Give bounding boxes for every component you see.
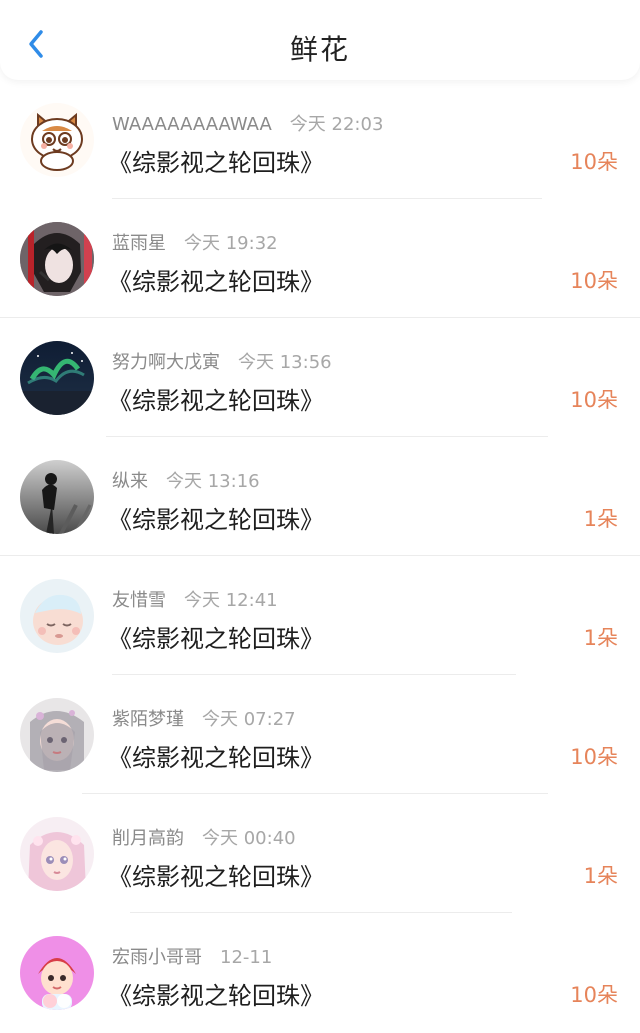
username: 友惜雪	[112, 590, 166, 611]
timestamp: 12-11	[220, 947, 273, 968]
user-avatar[interactable]	[20, 222, 94, 296]
record-meta: 宏雨小哥哥 12-11	[112, 943, 272, 969]
record-meta: WAAAAAAAAWAA 今天 22:03	[112, 110, 383, 136]
timestamp: 今天 12:41	[184, 590, 278, 611]
book-title[interactable]: 《综影视之轮回珠》	[108, 500, 324, 535]
flower-record-list: WAAAAAAAAWAA 今天 22:03 《综影视之轮回珠》 10朵 蓝雨星 …	[0, 80, 640, 1032]
username: 宏雨小哥哥	[112, 947, 202, 968]
sleeping-face-avatar-icon	[20, 579, 94, 653]
timestamp: 今天 19:32	[184, 233, 278, 254]
username: 纵来	[112, 471, 148, 492]
book-title[interactable]: 《综影视之轮回珠》	[108, 619, 324, 654]
username: 紫陌梦瑾	[112, 709, 184, 730]
flower-count: 10朵	[570, 388, 618, 412]
flowers-page: 鲜花 WAAAAAAAAWAA 今天 22:03 《综影视之轮回珠》 10朵 蓝…	[0, 0, 640, 1033]
anime-boy-avatar-icon	[20, 222, 94, 296]
timestamp: 今天 13:16	[166, 471, 260, 492]
record-meta: 努力啊大戊寅 今天 13:56	[112, 348, 332, 374]
list-item[interactable]: WAAAAAAAAWAA 今天 22:03 《综影视之轮回珠》 10朵	[0, 80, 640, 199]
book-title[interactable]: 《综影视之轮回珠》	[108, 381, 324, 416]
user-avatar[interactable]	[20, 579, 94, 653]
aurora-avatar-icon	[20, 341, 94, 415]
flower-count: 10朵	[570, 150, 618, 174]
page-title: 鲜花	[289, 33, 350, 66]
top-navigation-bar: 鲜花	[0, 0, 640, 80]
list-item[interactable]: 蓝雨星 今天 19:32 《综影视之轮回珠》 10朵	[0, 199, 640, 318]
book-title[interactable]: 《综影视之轮回珠》	[108, 976, 324, 1011]
list-item[interactable]: 努力啊大戊寅 今天 13:56 《综影视之轮回珠》 10朵	[0, 318, 640, 437]
record-meta: 纵来 今天 13:16	[112, 467, 260, 493]
cartoon-boy-avatar-icon	[20, 936, 94, 1010]
user-avatar[interactable]	[20, 817, 94, 891]
book-title[interactable]: 《综影视之轮回珠》	[108, 857, 324, 892]
book-title[interactable]: 《综影视之轮回珠》	[108, 143, 324, 178]
record-meta: 紫陌梦瑾 今天 07:27	[112, 705, 296, 731]
user-avatar[interactable]	[20, 460, 94, 534]
timestamp: 今天 07:27	[202, 709, 296, 730]
anime-girl-avatar-icon	[20, 698, 94, 772]
record-meta: 削月高韵 今天 00:40	[112, 824, 296, 850]
user-avatar[interactable]	[20, 341, 94, 415]
record-meta: 友惜雪 今天 12:41	[112, 586, 278, 612]
flower-count: 1朵	[583, 507, 618, 531]
timestamp: 今天 22:03	[289, 114, 384, 135]
record-meta: 蓝雨星 今天 19:32	[112, 229, 278, 255]
flower-count: 1朵	[583, 864, 618, 888]
list-item[interactable]: 宏雨小哥哥 12-11 《综影视之轮回珠》 10朵	[0, 913, 640, 1032]
timestamp: 今天 13:56	[238, 352, 332, 373]
username: WAAAAAAAAWAA	[112, 114, 272, 135]
username: 蓝雨星	[112, 233, 166, 254]
username: 努力啊大戊寅	[112, 352, 220, 373]
flower-count: 10朵	[570, 269, 618, 293]
user-avatar[interactable]	[20, 698, 94, 772]
list-item[interactable]: 纵来 今天 13:16 《综影视之轮回珠》 1朵	[0, 437, 640, 556]
username: 削月高韵	[112, 828, 184, 849]
timestamp: 今天 00:40	[202, 828, 296, 849]
book-title[interactable]: 《综影视之轮回珠》	[108, 262, 324, 297]
user-avatar[interactable]	[20, 936, 94, 1010]
flower-count: 10朵	[570, 983, 618, 1007]
silhouette-avatar-icon	[20, 460, 94, 534]
list-item[interactable]: 紫陌梦瑾 今天 07:27 《综影视之轮回珠》 10朵	[0, 675, 640, 794]
user-avatar[interactable]	[20, 103, 94, 177]
book-title[interactable]: 《综影视之轮回珠》	[108, 738, 324, 773]
list-item[interactable]: 友惜雪 今天 12:41 《综影视之轮回珠》 1朵	[0, 556, 640, 675]
list-item[interactable]: 削月高韵 今天 00:40 《综影视之轮回珠》 1朵	[0, 794, 640, 913]
flower-count: 1朵	[583, 626, 618, 650]
pink-anime-girl-avatar-icon	[20, 817, 94, 891]
flower-count: 10朵	[570, 745, 618, 769]
cat-avatar-icon	[20, 103, 94, 177]
